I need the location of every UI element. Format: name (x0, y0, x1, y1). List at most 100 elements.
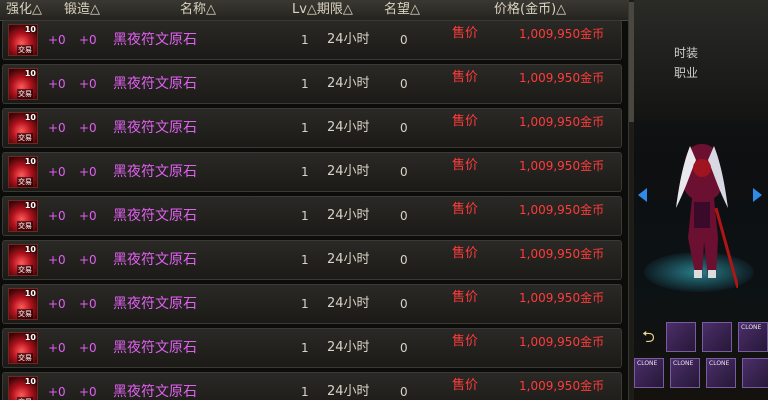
equip-slot[interactable] (666, 322, 696, 352)
sell-label: 售价 (452, 202, 479, 217)
item-level: 1 (301, 77, 309, 91)
item-row[interactable]: 10交易+0+0黑夜符文原石124小时0售价1,009,950金币 (2, 328, 622, 368)
rotate-left-icon[interactable] (638, 188, 647, 202)
equip-slot[interactable] (742, 358, 768, 388)
column-forge-header[interactable]: 锻造△ (64, 0, 100, 20)
trade-tag: 交易 (17, 45, 33, 55)
trade-tag: 交易 (17, 353, 33, 363)
sell-label: 售价 (452, 290, 479, 305)
forge-value: +0 (79, 121, 97, 135)
item-level: 1 (301, 341, 309, 355)
item-period: 24小时 (327, 32, 370, 47)
rune-stone-icon[interactable]: 10交易 (8, 200, 38, 232)
column-fame-header[interactable]: 名望△ (384, 0, 420, 20)
item-fame: 0 (400, 77, 408, 91)
equip-slot[interactable]: CLONE (670, 358, 700, 388)
item-name[interactable]: 黑夜符文原石 (113, 153, 197, 191)
item-name[interactable]: 黑夜符文原石 (113, 197, 197, 235)
item-period: 24小时 (327, 120, 370, 135)
item-level-badge: 10 (24, 333, 36, 342)
item-price: 1,009,950金币 (519, 379, 605, 393)
rune-stone-icon[interactable]: 10交易 (8, 244, 38, 276)
trade-tag: 交易 (17, 309, 33, 319)
clone-tag: CLONE (673, 360, 694, 367)
item-period: 24小时 (327, 164, 370, 179)
rotate-right-icon[interactable] (753, 188, 762, 202)
trade-tag: 交易 (17, 177, 33, 187)
side-label-fashion: 时装 (674, 46, 699, 60)
item-price: 1,009,950金币 (519, 27, 605, 41)
rune-stone-icon[interactable]: 10交易 (8, 156, 38, 188)
item-period: 24小时 (327, 384, 370, 399)
item-level: 1 (301, 121, 309, 135)
rune-stone-icon[interactable]: 10交易 (8, 376, 38, 400)
item-row[interactable]: 10交易+0+0黑夜符文原石124小时0售价1,009,950金币 (2, 284, 622, 324)
item-fame: 0 (400, 121, 408, 135)
forge-value: +0 (79, 341, 97, 355)
rune-stone-icon[interactable]: 10 交易 (8, 288, 38, 320)
enhance-value: +0 (48, 33, 66, 47)
item-row[interactable]: 10交易+0+0黑夜符文原石124小时0售价1,009,950金币 (2, 20, 622, 60)
forge-value: +0 (79, 209, 97, 223)
column-name-header[interactable]: 名称△ (180, 0, 216, 20)
item-fame: 0 (400, 341, 408, 355)
item-name[interactable]: 黑夜符文原石 (113, 329, 197, 367)
item-level-badge: 10 (24, 69, 36, 78)
item-price: 1,009,950金币 (519, 203, 605, 217)
item-row[interactable]: 10交易+0+0黑夜符文原石124小时0售价1,009,950金币 (2, 152, 622, 192)
item-name[interactable]: 黑夜符文原石 (113, 21, 197, 59)
sell-label: 售价 (452, 246, 479, 261)
sell-label: 售价 (452, 158, 479, 173)
equip-slot[interactable]: CLONE (634, 358, 664, 388)
item-price: 1,009,950金币 (519, 159, 605, 173)
forge-value: +0 (79, 385, 97, 399)
item-level: 1 (301, 297, 309, 311)
item-price: 1,009,950金币 (519, 291, 605, 305)
rune-stone-icon[interactable]: 10交易 (8, 112, 38, 144)
item-row[interactable]: 10交易+0+0黑夜符文原石124小时0售价1,009,950金币 (2, 372, 622, 400)
item-name[interactable]: 黑夜符文原石 (113, 109, 197, 147)
forge-value: +0 (79, 33, 97, 47)
sell-label: 售价 (452, 378, 479, 393)
equip-slot[interactable]: CLONE (738, 322, 768, 352)
item-level: 1 (301, 165, 309, 179)
item-row[interactable]: 10交易+0+0黑夜符文原石124小时0售价1,009,950金币 (2, 108, 622, 148)
sell-label: 售价 (452, 70, 479, 85)
rune-stone-icon[interactable]: 10交易 (8, 68, 38, 100)
enhance-value: +0 (48, 297, 66, 311)
character-panel: 时装 职业 ⮌ CLONE CLONE CLONE CLONE (634, 0, 768, 400)
enhance-value: +0 (48, 165, 66, 179)
item-name[interactable]: 黑夜符文原石 (113, 65, 197, 103)
clone-tag: CLONE (637, 360, 658, 367)
item-level-badge: 10 (24, 289, 36, 298)
side-label-class: 职业 (674, 66, 699, 80)
item-row[interactable]: 10交易+0+0黑夜符文原石124小时0售价1,009,950金币 (2, 196, 622, 236)
item-price: 1,009,950金币 (519, 335, 605, 349)
item-level-badge: 10 (24, 377, 36, 386)
column-enhance-header[interactable]: 强化△ (6, 0, 42, 20)
item-level: 1 (301, 209, 309, 223)
item-price: 1,009,950金币 (519, 115, 605, 129)
item-level-badge: 10 (24, 25, 36, 34)
item-fame: 0 (400, 253, 408, 267)
equip-slot[interactable]: CLONE (706, 358, 736, 388)
rune-stone-icon[interactable]: 10 交易 (8, 332, 38, 364)
sell-label: 售价 (452, 26, 479, 41)
back-arrow-icon[interactable]: ⮌ (642, 326, 655, 353)
item-row[interactable]: 10交易+0+0黑夜符文原石124小时0售价1,009,950金币 (2, 64, 622, 104)
enhance-value: +0 (48, 385, 66, 399)
item-level: 1 (301, 385, 309, 399)
item-row[interactable]: 10交易+0+0黑夜符文原石124小时0售价1,009,950金币 (2, 240, 622, 280)
item-name[interactable]: 黑夜符文原石 (113, 285, 197, 323)
item-level: 1 (301, 33, 309, 47)
item-name[interactable]: 黑夜符文原石 (113, 373, 197, 400)
enhance-value: +0 (48, 341, 66, 355)
enhance-value: +0 (48, 209, 66, 223)
forge-value: +0 (79, 77, 97, 91)
column-lv-period-header[interactable]: Lv△期限△ (292, 0, 353, 20)
sell-label: 售价 (452, 334, 479, 349)
equip-slot[interactable] (702, 322, 732, 352)
rune-stone-icon[interactable]: 10 交易 (8, 24, 38, 56)
column-price-header[interactable]: 价格(金币)△ (494, 0, 566, 20)
item-name[interactable]: 黑夜符文原石 (113, 241, 197, 279)
